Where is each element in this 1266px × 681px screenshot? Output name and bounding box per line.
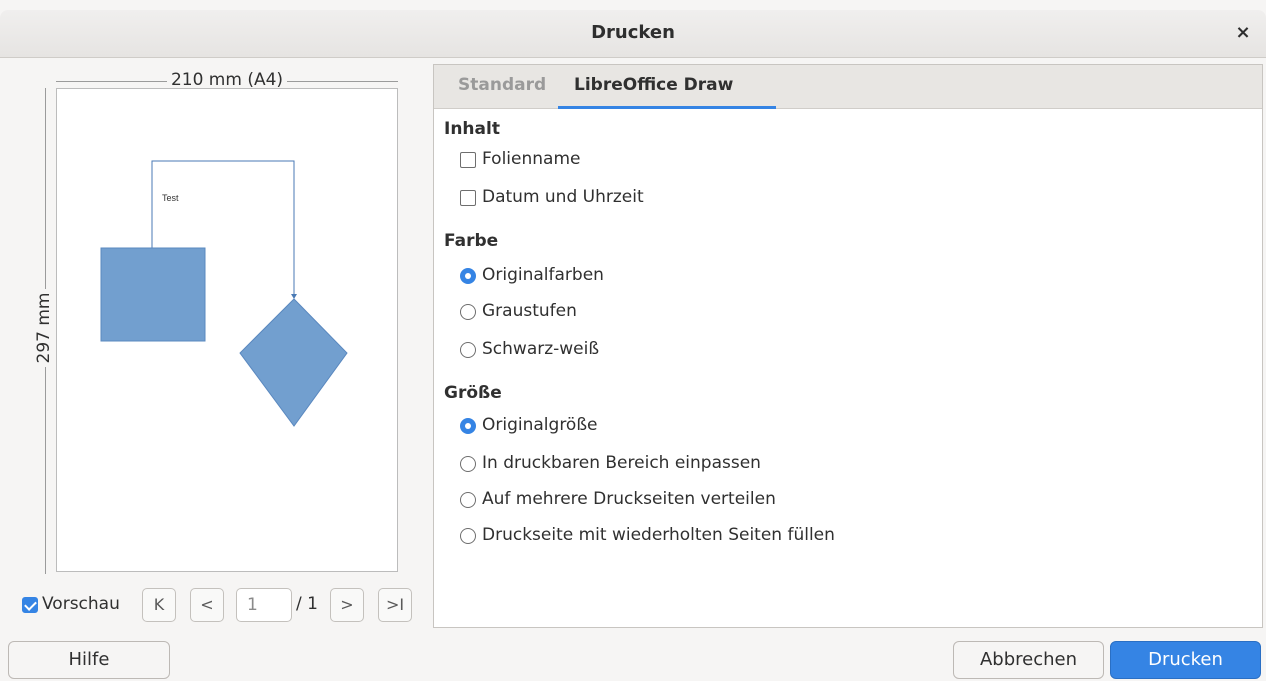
page-width-label: 210 mm (A4) (166, 70, 288, 90)
print-button[interactable]: Drucken (1110, 641, 1261, 679)
page-total-label: / 1 (296, 594, 318, 614)
page-number-input[interactable] (236, 588, 292, 622)
close-icon[interactable]: × (1232, 22, 1254, 44)
preview-page: Test (56, 88, 398, 572)
options-panel: Standard LibreOffice Draw Inhalt Folienn… (433, 64, 1263, 628)
folienname-label[interactable]: Folienname (482, 149, 580, 169)
graustufen-radio[interactable] (460, 304, 476, 320)
preview-controls: Vorschau K < / 1 > >I (22, 588, 422, 622)
tab-standard[interactable]: Standard (458, 75, 546, 95)
originalgroesse-radio[interactable] (460, 418, 476, 434)
help-button[interactable]: Hilfe (8, 641, 170, 679)
graustufen-label[interactable]: Graustufen (482, 301, 577, 321)
datum-uhrzeit-checkbox[interactable] (460, 190, 476, 206)
page-height-dimension: 297 mm (34, 88, 56, 574)
originalfarben-radio[interactable] (460, 268, 476, 284)
originalgroesse-label[interactable]: Originalgröße (482, 415, 598, 435)
page-height-label: 297 mm (34, 288, 54, 368)
preview-drawing: Test (100, 160, 348, 427)
section-groesse-title: Größe (444, 383, 502, 403)
einpassen-radio[interactable] (460, 456, 476, 472)
square-shape (100, 247, 206, 342)
previous-page-button[interactable]: < (190, 588, 224, 622)
print-preview: 210 mm (A4) 297 mm Test Vorschau K < / (0, 58, 430, 628)
last-page-button[interactable]: >I (378, 588, 412, 622)
first-page-button[interactable]: K (142, 588, 176, 622)
schwarz-weiss-label[interactable]: Schwarz-weiß (482, 339, 599, 359)
section-inhalt-title: Inhalt (444, 119, 500, 139)
tab-strip: Standard LibreOffice Draw (434, 65, 1262, 109)
section-farbe-title: Farbe (444, 231, 499, 251)
fuellen-label[interactable]: Druckseite mit wiederholten Seiten fülle… (482, 525, 835, 545)
verteilen-radio[interactable] (460, 492, 476, 508)
print-dialog: Drucken × 210 mm (A4) 297 mm Test Vorsch… (0, 0, 1266, 681)
folienname-checkbox[interactable] (460, 152, 476, 168)
active-tab-indicator (558, 106, 776, 109)
tab-libreoffice-draw[interactable]: LibreOffice Draw (574, 75, 733, 95)
title-bar: Drucken × (0, 10, 1266, 58)
schwarz-weiss-radio[interactable] (460, 342, 476, 358)
dialog-title: Drucken (591, 22, 675, 43)
cancel-button[interactable]: Abbrechen (953, 641, 1104, 679)
originalfarben-label[interactable]: Originalfarben (482, 265, 604, 285)
verteilen-label[interactable]: Auf mehrere Druckseiten verteilen (482, 489, 776, 509)
fuellen-radio[interactable] (460, 528, 476, 544)
datum-uhrzeit-label[interactable]: Datum und Uhrzeit (482, 187, 644, 207)
einpassen-label[interactable]: In druckbaren Bereich einpassen (482, 453, 761, 473)
preview-checkbox[interactable] (22, 597, 38, 613)
diamond-shape (239, 298, 348, 427)
connector-arrowhead (291, 294, 297, 299)
next-page-button[interactable]: > (330, 588, 364, 622)
preview-checkbox-label[interactable]: Vorschau (42, 594, 120, 614)
drawing-label: Test (162, 193, 179, 203)
